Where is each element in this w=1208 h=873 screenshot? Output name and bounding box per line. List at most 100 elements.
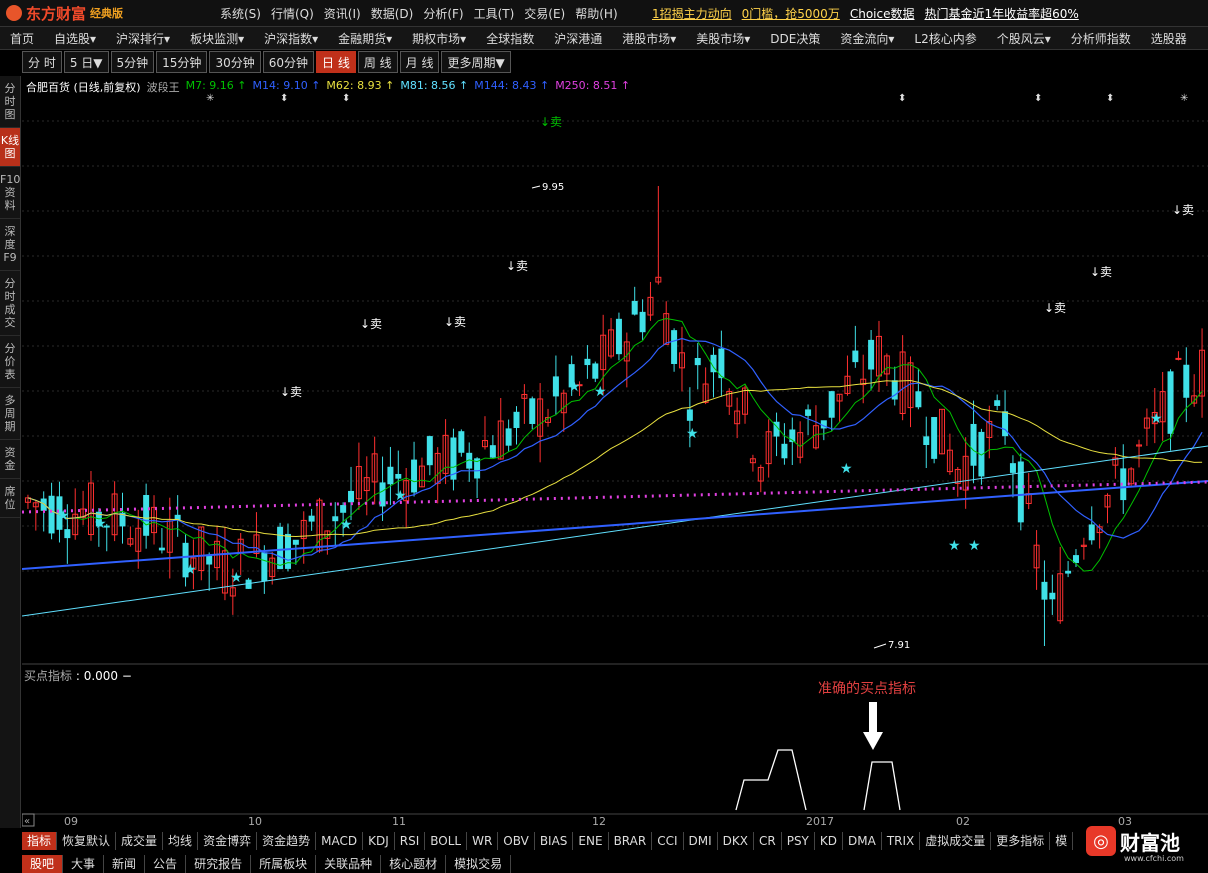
nav-item[interactable]: 板块监测▾ xyxy=(180,30,254,47)
indicator-tab[interactable]: 模 xyxy=(1050,832,1074,850)
nav-item[interactable]: 分析师指数 xyxy=(1061,30,1141,47)
indicator-tab[interactable]: 资金趋势 xyxy=(257,832,317,850)
indicator-tab[interactable]: CR xyxy=(754,832,782,850)
star-icon: ★ xyxy=(840,461,853,477)
period-button[interactable]: 30分钟 xyxy=(209,51,261,73)
indicator-tab[interactable]: 恢复默认 xyxy=(57,832,117,850)
menu-item[interactable]: 工具(T) xyxy=(474,5,515,22)
info-tab[interactable]: 所属板块 xyxy=(251,855,317,873)
menu-item[interactable]: 帮助(H) xyxy=(575,5,617,22)
indicator-tab[interactable]: PSY xyxy=(782,832,815,850)
menu-item[interactable]: 数据(D) xyxy=(371,5,414,22)
period-button[interactable]: 分 时 xyxy=(22,51,62,73)
indicator-tab[interactable]: 更多指标 xyxy=(991,832,1051,850)
menu-item[interactable]: 行情(Q) xyxy=(271,5,314,22)
indicator-tab[interactable]: DKX xyxy=(718,832,754,850)
nav-item[interactable]: 自选股▾ xyxy=(44,30,106,47)
nav-item[interactable]: 资金流向▾ xyxy=(830,30,904,47)
nav-item[interactable]: 沪深排行▾ xyxy=(106,30,180,47)
sidebar-tab[interactable]: F10资料 xyxy=(0,167,20,219)
promo-link[interactable]: 0门槛，抢5000万 xyxy=(742,5,840,22)
ma-legend-item: M250: 8.51 ↑ xyxy=(555,79,630,92)
nav-item[interactable]: DDE决策 xyxy=(760,30,830,47)
indicator-tab[interactable]: DMI xyxy=(684,832,718,850)
indicator-tab[interactable]: TRIX xyxy=(882,832,921,850)
period-button[interactable]: 周 线 xyxy=(357,51,398,73)
indicator-tab[interactable]: BOLL xyxy=(425,832,468,850)
indicator-tab[interactable]: 资金博弈 xyxy=(198,832,258,850)
ma-legend-item: M7: 9.16 ↑ xyxy=(186,79,247,92)
period-button[interactable]: 60分钟 xyxy=(262,51,314,73)
nav-item[interactable]: 选股器 xyxy=(1141,30,1197,47)
info-tab[interactable]: 股吧 xyxy=(22,855,64,873)
sidebar-tab[interactable]: 席位 xyxy=(0,479,20,518)
nav-item[interactable]: 沪深港通 xyxy=(544,30,612,47)
candle-body xyxy=(458,431,465,453)
info-tab[interactable]: 公告 xyxy=(145,855,187,873)
nav-item[interactable]: 首页 xyxy=(0,30,44,47)
promo-link[interactable]: Choice数据 xyxy=(850,5,915,22)
sidebar-tab[interactable]: K线图 xyxy=(0,128,20,167)
main-menu: 系统(S) 行情(Q) 资讯(I) 数据(D) 分析(F) 工具(T) 交易(E… xyxy=(220,5,618,22)
indicator-tab[interactable]: WR xyxy=(467,832,499,850)
sidebar-tab[interactable]: 分价表 xyxy=(0,336,20,388)
info-tab[interactable]: 模拟交易 xyxy=(446,855,512,873)
candle-body xyxy=(931,417,938,459)
indicator-tab[interactable]: OBV xyxy=(498,832,535,850)
info-tab[interactable]: 关联品种 xyxy=(316,855,382,873)
info-tab[interactable]: 核心题材 xyxy=(381,855,447,873)
indicator-tab[interactable]: CCI xyxy=(652,832,684,850)
nav-item[interactable]: 金融期货▾ xyxy=(328,30,402,47)
period-button[interactable]: 5 日▼ xyxy=(63,51,109,73)
kline-chart[interactable]: ★ ★★ ★★★★ ★★★★ ★★↓卖↓卖↓卖 ↓卖↓卖↓卖↓卖↓卖✳ ⬍ ⬍ ⬍ ⬍ ⬍ ✳9.95… xyxy=(22,76,1208,836)
indicator-tab[interactable]: RSI xyxy=(395,832,426,850)
nav-item[interactable]: 港股市场▾ xyxy=(612,30,686,47)
indicator-tab[interactable]: KDJ xyxy=(363,832,395,850)
nav-item[interactable]: 个股风云▾ xyxy=(987,30,1061,47)
ma-sep: : xyxy=(585,79,593,92)
wave-label: 波段王 xyxy=(146,81,180,94)
x-axis-label: 2017 xyxy=(806,815,834,828)
menu-item[interactable]: 资讯(I) xyxy=(324,5,361,22)
ma-name: M250 xyxy=(555,79,586,92)
arrow-shaft xyxy=(869,702,877,736)
period-button[interactable]: 15分钟 xyxy=(156,51,208,73)
nav-item[interactable]: 美股市场▾ xyxy=(686,30,760,47)
indicator-value: : 0.000 − xyxy=(75,669,132,683)
x-axis-label: 10 xyxy=(248,815,262,828)
info-tab[interactable]: 新闻 xyxy=(104,855,146,873)
nav-item[interactable]: 全球指数 xyxy=(476,30,544,47)
info-tab[interactable]: 研究报告 xyxy=(186,855,252,873)
period-button[interactable]: 更多周期▼ xyxy=(441,51,511,73)
sidebar-tab[interactable]: 分时图 xyxy=(0,76,20,128)
sidebar-tab[interactable]: 资金 xyxy=(0,440,20,479)
indicator-tab[interactable]: 成交量 xyxy=(116,832,164,850)
ma-name: M144 xyxy=(474,79,505,92)
star-icon: ★ xyxy=(394,488,407,504)
sidebar-tab[interactable]: 分时成交 xyxy=(0,271,20,336)
indicator-tab[interactable]: ENE xyxy=(573,832,609,850)
period-button[interactable]: 5分钟 xyxy=(110,51,155,73)
period-button[interactable]: 月 线 xyxy=(399,51,440,73)
indicator-tab[interactable]: 指标 xyxy=(22,832,58,850)
nav-item[interactable]: 期权市场▾ xyxy=(402,30,476,47)
menu-item[interactable]: 分析(F) xyxy=(423,5,463,22)
menu-item[interactable]: 系统(S) xyxy=(220,5,261,22)
indicator-tab[interactable]: MACD xyxy=(316,832,364,850)
nav-item[interactable]: L2核心内参 xyxy=(904,30,986,47)
indicator-tab[interactable]: DMA xyxy=(843,832,882,850)
indicator-tab[interactable]: KD xyxy=(815,832,843,850)
indicator-tab[interactable]: BIAS xyxy=(535,832,574,850)
sidebar-tab[interactable]: 深度F9 xyxy=(0,219,20,271)
indicator-tab[interactable]: BRAR xyxy=(609,832,653,850)
period-button[interactable]: 日 线 xyxy=(316,51,356,73)
sell-marker: ↓卖 xyxy=(506,259,528,273)
menu-item[interactable]: 交易(E) xyxy=(524,5,565,22)
info-tab[interactable]: 大事 xyxy=(63,855,105,873)
indicator-tab[interactable]: 均线 xyxy=(163,832,199,850)
sidebar-tab[interactable]: 多周期 xyxy=(0,388,20,440)
indicator-tab[interactable]: 虚拟成交量 xyxy=(920,832,992,850)
promo-link[interactable]: 1招揭主力动向 xyxy=(652,5,732,22)
nav-item[interactable]: 沪深指数▾ xyxy=(254,30,328,47)
promo-link[interactable]: 热门基金近1年收益率超60% xyxy=(924,5,1078,22)
